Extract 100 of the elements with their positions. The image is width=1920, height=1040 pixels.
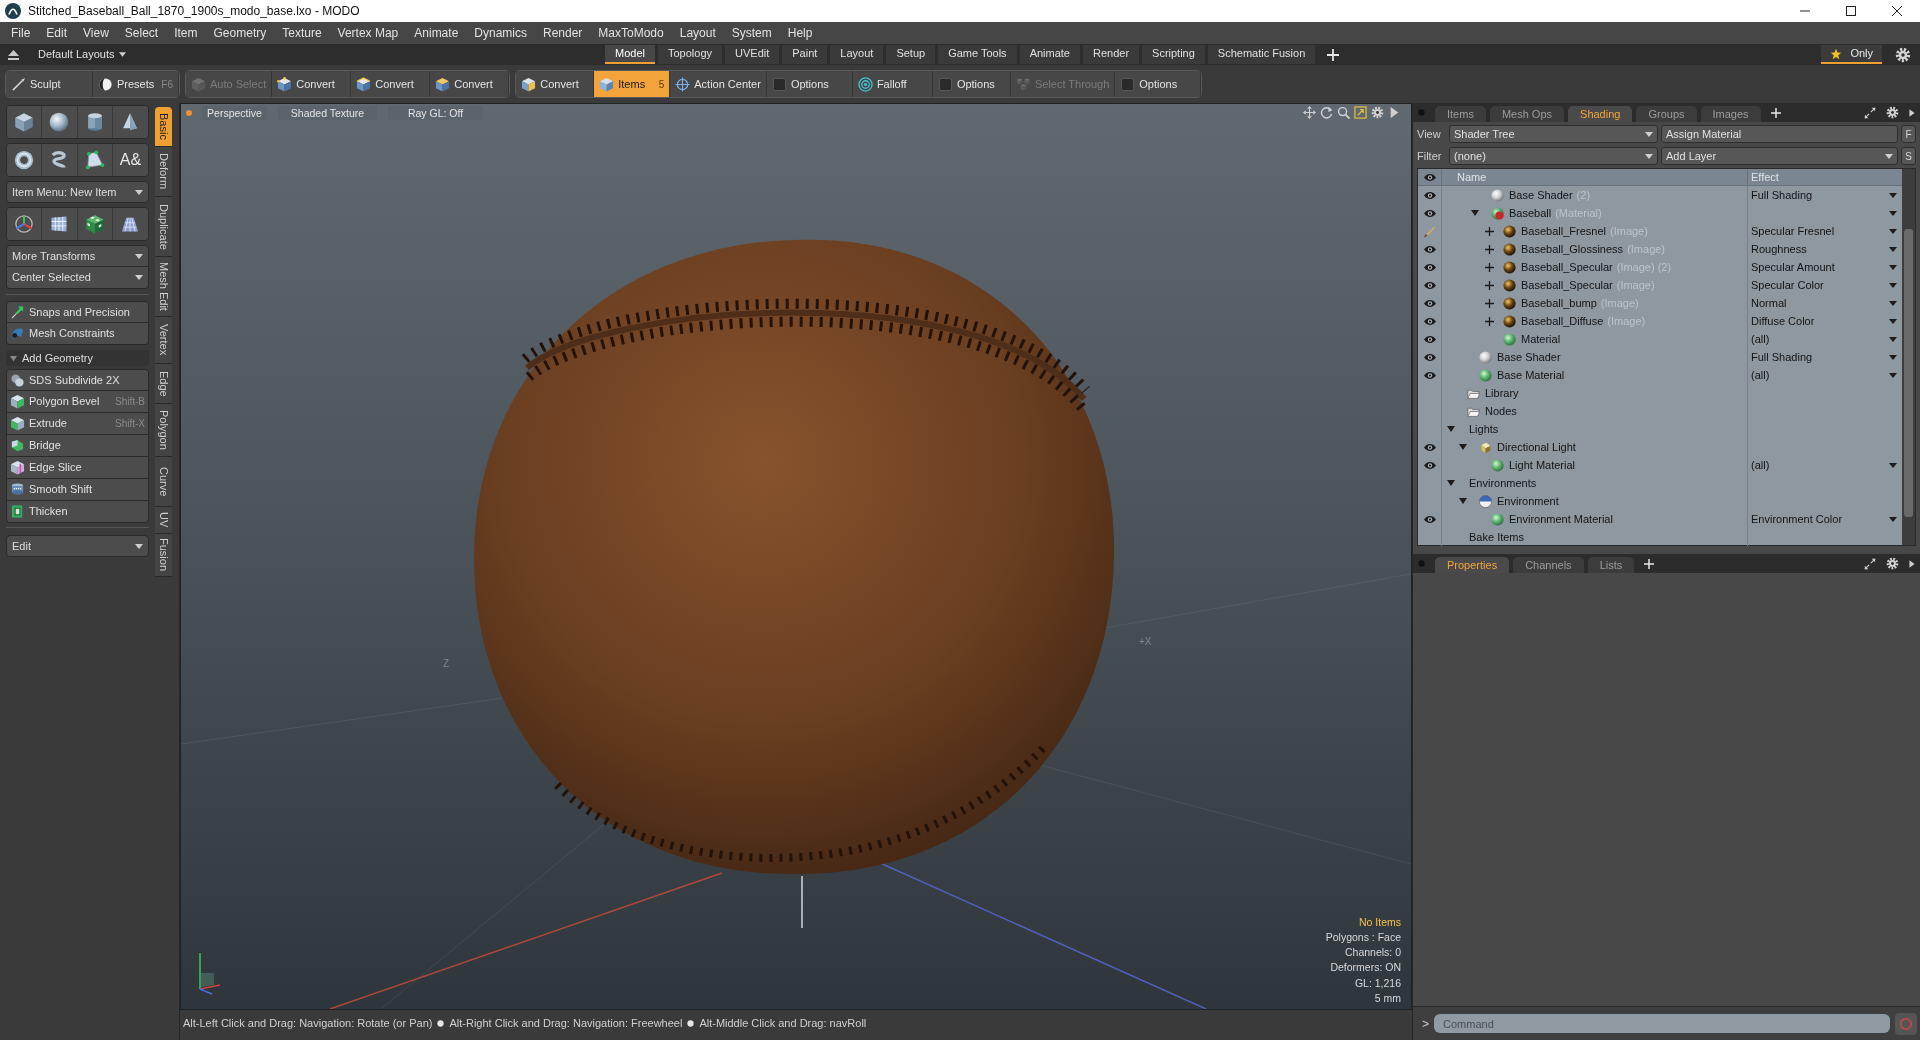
- section-header[interactable]: Add Geometry: [6, 350, 149, 366]
- effect-dropdown[interactable]: Roughness: [1751, 240, 1897, 258]
- layout-tab[interactable]: Setup: [886, 45, 936, 64]
- eye-icon[interactable]: [1422, 441, 1437, 453]
- eye-icon[interactable]: [1422, 315, 1437, 327]
- panel-tab[interactable]: Items: [1435, 106, 1486, 122]
- toolbar-button[interactable]: Items 5: [594, 71, 671, 97]
- menu-item[interactable]: Layout: [679, 24, 716, 42]
- panel-tab[interactable]: Shading: [1568, 106, 1633, 122]
- disclosure-arrow-icon[interactable]: [1447, 480, 1455, 486]
- menu-item[interactable]: Vertex Map: [337, 24, 399, 42]
- toolbar-button[interactable]: Sculpt: [6, 71, 93, 97]
- menu-item[interactable]: View: [83, 24, 109, 42]
- effect-dropdown[interactable]: Specular Amount: [1751, 258, 1897, 276]
- tree-item-label[interactable]: Base Shader: [1509, 186, 1573, 204]
- layout-tab[interactable]: Schematic Fusion: [1207, 45, 1316, 64]
- tree-item-label[interactable]: Directional Light: [1497, 438, 1576, 456]
- plus-icon[interactable]: [1485, 262, 1494, 272]
- effect-dropdown[interactable]: Environment Color: [1751, 510, 1897, 528]
- edit-dropdown[interactable]: Edit: [6, 535, 149, 557]
- effect-dropdown[interactable]: Full Shading: [1751, 186, 1897, 204]
- menu-item[interactable]: Render: [543, 24, 583, 42]
- layout-tab[interactable]: Animate: [1019, 45, 1080, 64]
- eye-icon[interactable]: [1422, 279, 1437, 291]
- layout-tab[interactable]: Paint: [782, 45, 828, 64]
- menu-arrow-icon[interactable]: [1908, 107, 1916, 118]
- menu-item[interactable]: Edit: [46, 24, 68, 42]
- eye-icon[interactable]: [1422, 459, 1437, 471]
- menu-item[interactable]: Dynamics: [474, 24, 527, 42]
- side-tab[interactable]: Duplicate: [155, 197, 172, 257]
- command-field[interactable]: Command: [1434, 1014, 1890, 1033]
- eye-icon[interactable]: [1422, 297, 1437, 309]
- tool-button[interactable]: [77, 144, 113, 176]
- menu-item[interactable]: Select: [124, 24, 159, 42]
- fit-view-icon[interactable]: [1354, 106, 1367, 119]
- tool-button[interactable]: Thicken: [6, 501, 149, 523]
- tree-item-label[interactable]: Base Shader: [1497, 348, 1561, 366]
- side-tab[interactable]: Basic: [155, 107, 172, 147]
- dropdown[interactable]: (none): [1449, 147, 1658, 165]
- view-mode-button[interactable]: Perspective: [202, 105, 267, 120]
- expand-icon[interactable]: [1864, 557, 1876, 570]
- layout-tab[interactable]: Topology: [657, 45, 722, 64]
- layout-tab[interactable]: Layout: [830, 45, 884, 64]
- tree-item-label[interactable]: Light Material: [1509, 456, 1576, 474]
- tree-item-label[interactable]: Environment: [1497, 492, 1559, 510]
- tree-item-label[interactable]: Bake Items: [1469, 528, 1525, 546]
- settings-icon[interactable]: [1886, 557, 1899, 570]
- tree-item-label[interactable]: Baseball_Diffuse: [1521, 312, 1604, 330]
- tool-button[interactable]: Mesh Constraints: [6, 323, 149, 345]
- view-mode-button[interactable]: Shaded Texture: [278, 105, 377, 120]
- effect-dropdown[interactable]: (all): [1751, 366, 1897, 384]
- side-tab[interactable]: Fusion: [155, 534, 172, 577]
- tree-item-label[interactable]: Base Material: [1497, 366, 1565, 384]
- eject-icon[interactable]: [8, 49, 19, 60]
- side-tab[interactable]: Vertex: [155, 317, 172, 364]
- menu-item[interactable]: Texture: [282, 24, 322, 42]
- item-menu-dropdown[interactable]: Item Menu: New Item: [6, 181, 149, 203]
- disclosure-arrow-icon[interactable]: [1459, 498, 1467, 504]
- tool-button[interactable]: [7, 208, 43, 240]
- tree-item-label[interactable]: Environments: [1469, 474, 1537, 492]
- tool-button[interactable]: Polygon Bevel Shift-B: [6, 391, 149, 413]
- side-tab[interactable]: Curve: [155, 457, 172, 507]
- panel-tab[interactable]: Lists: [1587, 557, 1635, 573]
- toolbar-button[interactable]: Convert: [430, 71, 510, 97]
- toolbar-button[interactable]: Presets F6: [93, 71, 179, 97]
- view-mode-button[interactable]: Ray GL: Off: [388, 105, 483, 120]
- tree-item-label[interactable]: Baseball_Glossiness: [1521, 240, 1624, 258]
- small-button[interactable]: S: [1901, 147, 1916, 165]
- settings-icon[interactable]: [1886, 106, 1899, 119]
- eye-icon[interactable]: [1422, 513, 1437, 525]
- eye-icon[interactable]: [1422, 333, 1437, 345]
- scrollbar-thumb[interactable]: [1904, 229, 1913, 517]
- effect-dropdown[interactable]: Specular Fresnel: [1751, 222, 1897, 240]
- menu-arrow-icon[interactable]: [1908, 558, 1916, 569]
- tree-item-label[interactable]: Library: [1485, 384, 1519, 402]
- tree-item-label[interactable]: Environment Material: [1509, 510, 1613, 528]
- layout-tab[interactable]: Game Tools: [938, 45, 1017, 64]
- tool-button[interactable]: SDS Subdivide 2X: [6, 369, 149, 391]
- side-tab[interactable]: Polygon: [155, 404, 172, 457]
- effect-dropdown[interactable]: Diffuse Color: [1751, 312, 1897, 330]
- menu-item[interactable]: Item: [174, 24, 198, 42]
- effect-dropdown[interactable]: Normal: [1751, 294, 1897, 312]
- toolbar-button[interactable]: Action Center: [670, 71, 767, 97]
- zoom-icon[interactable]: [1337, 106, 1350, 119]
- layout-tab[interactable]: UVEdit: [725, 45, 780, 64]
- plus-icon[interactable]: [1485, 226, 1494, 236]
- tool-button[interactable]: [7, 144, 43, 176]
- toolbar-button[interactable]: Options: [766, 71, 853, 97]
- settings-icon[interactable]: [1895, 46, 1911, 63]
- toolbar-button[interactable]: Convert: [351, 71, 431, 97]
- plus-icon[interactable]: [1485, 244, 1494, 254]
- eye-icon[interactable]: [1422, 189, 1437, 201]
- panel-tab[interactable]: Channels: [1513, 557, 1584, 573]
- menu-item[interactable]: Help: [787, 24, 813, 42]
- settings-icon[interactable]: [1371, 106, 1384, 119]
- tool-button[interactable]: Bridge: [6, 435, 149, 457]
- disclosure-arrow-icon[interactable]: [1447, 426, 1455, 432]
- menu-item[interactable]: File: [11, 24, 31, 42]
- tree-item-label[interactable]: Lights: [1469, 420, 1499, 438]
- eye-icon[interactable]: [1422, 243, 1437, 255]
